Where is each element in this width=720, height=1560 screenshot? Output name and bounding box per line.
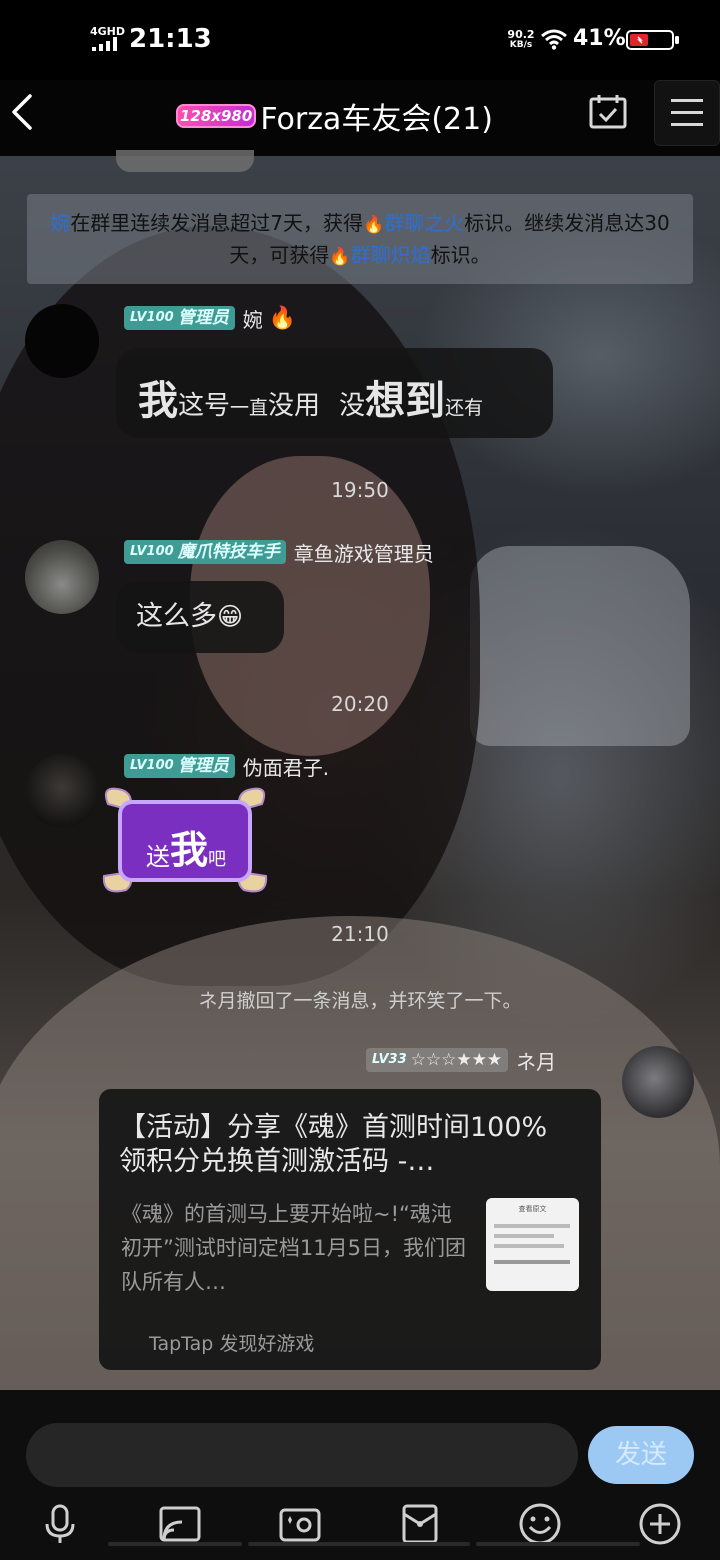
network-speed: 90.2 — [507, 28, 535, 41]
status-bar: 4GHD 21:13 90.2 KB/s 41% — [0, 0, 720, 80]
network-type: 4GHD — [90, 25, 126, 38]
partial-bubble — [116, 150, 254, 172]
back-arrow-icon[interactable] — [8, 92, 36, 132]
self-avatar[interactable] — [622, 1046, 694, 1118]
level-badge: LV33 ☆☆☆★★★ — [366, 1048, 509, 1072]
fire-icon: 🔥 — [363, 215, 385, 235]
group-title[interactable]: 128x980 Forza车友会(21) — [176, 96, 493, 137]
message-bubble[interactable]: 我这号一直没用 没想到还有 — [116, 348, 553, 438]
sender-nick[interactable]: 章鱼游戏管理员 — [294, 538, 434, 567]
message-sender: LV100 管理员 伪面君子. — [124, 752, 329, 780]
avatar[interactable] — [25, 754, 99, 828]
avatar[interactable] — [25, 304, 99, 378]
notice-badge-1[interactable]: 群聊之火 — [384, 211, 464, 235]
plus-icon[interactable] — [638, 1502, 682, 1546]
message-sender: LV100 管理员 婉 🔥 — [124, 304, 296, 332]
timestamp: 19:50 — [331, 478, 389, 502]
mic-icon[interactable] — [38, 1502, 82, 1546]
send-button[interactable]: 发送 — [588, 1426, 694, 1484]
message-input[interactable] — [26, 1423, 578, 1487]
scroll-indicator — [248, 1542, 470, 1546]
timestamp: 21:10 — [331, 922, 389, 946]
input-bar: 发送 — [0, 1390, 720, 1560]
battery-percent: 41% — [573, 26, 626, 51]
notice-user[interactable]: 婉 — [50, 211, 70, 235]
sender-nick[interactable]: 伪面君子. — [243, 752, 329, 781]
background-car — [470, 546, 690, 746]
level-badge: LV100 魔爪特技车手 — [124, 540, 286, 564]
level-badge: LV100 管理员 — [124, 754, 235, 778]
calendar-check-icon[interactable] — [588, 92, 628, 132]
emoji-icon[interactable] — [518, 1502, 562, 1546]
screen-cast-icon[interactable] — [158, 1502, 202, 1546]
scroll-indicator — [108, 1542, 242, 1546]
link-card-description: 《魂》的首测马上要开始啦~!“魂沌初开”测试时间定档11月5日，我们团队所有人… — [121, 1202, 466, 1294]
grin-emoji-icon: 😁 — [217, 602, 244, 631]
menu-button[interactable] — [654, 80, 720, 146]
message-sender: LV100 魔爪特技车手 章鱼游戏管理员 — [124, 538, 434, 566]
battery-icon — [626, 30, 679, 50]
photo-icon[interactable] — [278, 1502, 322, 1546]
system-notice: 婉在群里连续发消息超过7天，获得🔥群聊之火标识。继续发消息达30天，可获得🔥群聊… — [27, 194, 693, 284]
fire-icon: 🔥 — [268, 305, 297, 331]
notice-badge-2[interactable]: 群聊炽焰 — [351, 243, 431, 267]
signal-icon — [92, 37, 117, 51]
timestamp: 20:20 — [331, 692, 389, 716]
scroll-indicator — [476, 1542, 640, 1546]
sender-nick[interactable]: ネ月 — [516, 1046, 556, 1075]
level-badge: LV100 管理员 — [124, 306, 235, 330]
red-packet-icon[interactable] — [398, 1502, 442, 1546]
self-sender: LV33 ☆☆☆★★★ ネ月 — [366, 1046, 556, 1074]
link-card-thumbnail: 查看原文 — [486, 1198, 579, 1291]
avatar[interactable] — [25, 540, 99, 614]
recall-notice: ネ月撤回了一条消息，并环笑了一下。 — [198, 990, 522, 1012]
sticker-message[interactable]: 送我吧 — [100, 784, 270, 896]
status-time: 21:13 — [129, 24, 212, 54]
group-badge: 128x980 — [176, 104, 257, 128]
link-card[interactable]: 【活动】分享《魂》首测时间100%领积分兑换首测激活码 -… 《魂》的首测马上要… — [99, 1089, 601, 1370]
link-card-title: 【活动】分享《魂》首测时间100%领积分兑换首测激活码 -… — [119, 1112, 548, 1177]
chat-header: 128x980 Forza车友会(21) — [0, 80, 720, 156]
link-card-source: TapTap 发现好游戏 — [149, 1333, 315, 1355]
sender-nick[interactable]: 婉 — [243, 304, 263, 333]
page-title: Forza车友会(21) — [260, 102, 493, 137]
hamburger-icon — [671, 99, 703, 126]
network-speed-unit: KB/s — [509, 40, 533, 50]
fire-icon: 🔥 — [329, 247, 351, 267]
message-bubble[interactable]: 这么多😁 — [116, 581, 284, 653]
wifi-icon — [541, 29, 567, 50]
